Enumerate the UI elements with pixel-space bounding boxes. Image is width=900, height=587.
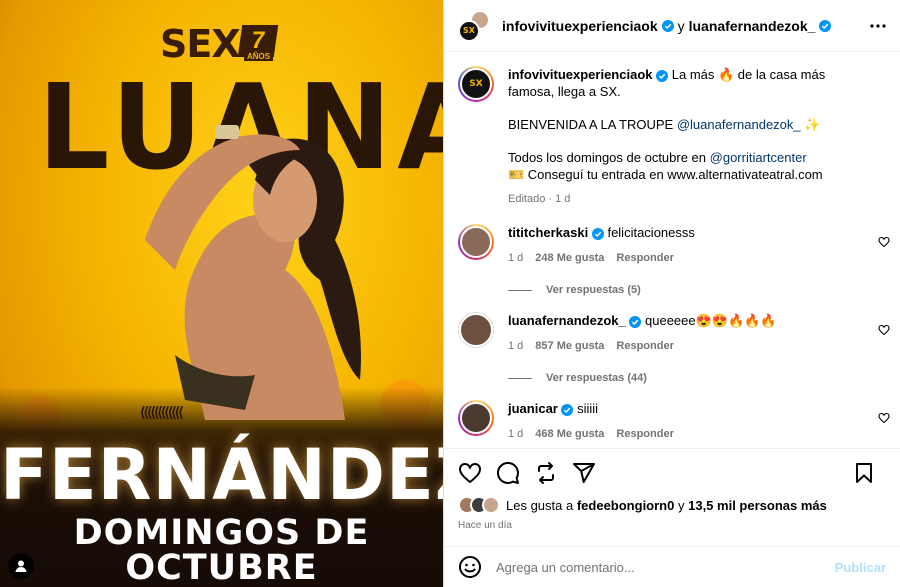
reply-button[interactable]: Responder (616, 252, 673, 264)
comment-likes[interactable]: 857 Me gusta (535, 340, 604, 352)
view-replies-button[interactable]: Ver respuestas (44) (444, 372, 900, 384)
publish-button[interactable]: Publicar (835, 560, 886, 575)
comment-item: tititcherkaski felicitacionesss 1 d 248 … (444, 224, 900, 264)
more-options-button[interactable] (866, 14, 890, 38)
emoji-smiley-icon[interactable] (458, 555, 482, 579)
post-caption: SX infovivituexperienciaok La más 🔥 de l… (444, 52, 900, 208)
comment-item: juanicar siiiii 1 d 468 Me gusta Respond… (444, 400, 900, 440)
liker-avatar[interactable] (482, 496, 500, 514)
comments-scroll-area[interactable]: SX infovivituexperienciaok La más 🔥 de l… (444, 52, 900, 448)
like-comment-heart-icon[interactable] (878, 236, 890, 248)
author-avatars[interactable]: SX (458, 9, 490, 42)
more-dots-icon (870, 24, 886, 28)
post-image[interactable]: SEX 7 AÑOS LUANA ⟨⟨⟨⟨⟨⟨⟨⟨⟨⟨⟨⟨ FERNÁNDEZ … (0, 0, 443, 587)
liker-username[interactable]: fedeebongiorn0 (577, 498, 675, 513)
comment-time[interactable]: 1 d (508, 428, 523, 440)
verified-badge-icon (819, 19, 832, 32)
mention-link[interactable]: @gorritiartcenter (710, 150, 807, 165)
comment-item: luanafernandezok_ queeeee😍😍🔥🔥🔥 1 d 857 M… (444, 312, 900, 352)
poster-last-name: FERNÁNDEZ (0, 434, 443, 516)
user-tags-button[interactable] (8, 553, 34, 579)
avatar: SX (460, 68, 492, 100)
like-comment-heart-icon[interactable] (878, 412, 890, 424)
likes-joiner: y (677, 497, 685, 513)
comment-text: felicitacionesss (607, 225, 695, 240)
post-details-panel: SX infovivituexperienciaok y luanafernan… (443, 0, 900, 587)
chevron-strip-decoration: ⟨⟨⟨⟨⟨⟨⟨⟨⟨⟨⟨⟨ (140, 404, 184, 420)
save-bookmark-icon[interactable] (852, 461, 876, 485)
view-replies-label: Ver respuestas (44) (546, 372, 647, 384)
view-replies-label: Ver respuestas (5) (546, 284, 641, 296)
comment-username[interactable]: luanafernandezok_ (508, 313, 626, 328)
comment-bubble-icon[interactable] (496, 461, 520, 485)
verified-badge-icon (561, 403, 574, 416)
comment-text: queeeee😍😍🔥🔥🔥 (645, 313, 777, 328)
reply-button[interactable]: Responder (616, 340, 673, 352)
comment-likes[interactable]: 468 Me gusta (535, 428, 604, 440)
caption-username[interactable]: infovivituexperienciaok (508, 67, 653, 82)
avatar-story-ring[interactable]: SX (458, 66, 494, 102)
post-actions-bar (444, 448, 900, 496)
replies-divider (508, 289, 532, 291)
mention-link[interactable]: @luanafernandezok_ (677, 117, 801, 132)
comment-input[interactable] (496, 559, 835, 575)
repost-icon[interactable] (534, 461, 558, 485)
caption-emoji: ✨ (804, 117, 821, 132)
comment-time[interactable]: 1 d (508, 252, 523, 264)
caption-text: BIENVENIDA A LA TROUPE (508, 117, 674, 132)
like-comment-heart-icon[interactable] (878, 324, 890, 336)
person-icon (15, 560, 27, 572)
caption-meta: Editado · 1 d (508, 193, 571, 205)
coauthor-username[interactable]: luanafernandezok_ (689, 18, 816, 34)
likes-summary: Les gusta a fedeebongiorn0 y 13,5 mil pe… (458, 496, 886, 514)
post-header: SX infovivituexperienciaok y luanafernan… (444, 0, 900, 52)
caption-text: 🎫 Conseguí tu entrada en www.alternativa… (508, 167, 823, 182)
avatar[interactable] (458, 312, 494, 348)
add-comment-bar: Publicar (444, 546, 900, 587)
poster-event-line: DOMINGOS DE OCTUBRE (73, 513, 370, 587)
avatar-image (459, 313, 493, 347)
share-paper-plane-icon[interactable] (572, 461, 596, 485)
author-joiner: y (677, 17, 685, 34)
avatar-story-ring[interactable] (458, 400, 494, 436)
avatar-story-ring[interactable] (458, 224, 494, 260)
reply-button[interactable]: Responder (616, 428, 673, 440)
caption-text: Todos los domingos de octubre en (508, 150, 707, 165)
verified-badge-icon (591, 227, 604, 240)
verified-badge-icon (661, 19, 674, 32)
likes-prefix: Les gusta a (506, 497, 574, 513)
model-photo (145, 125, 361, 420)
caption-body: infovivituexperienciaok La más 🔥 de la c… (508, 66, 868, 208)
comment-likes[interactable]: 248 Me gusta (535, 252, 604, 264)
comment-text: siiiii (577, 401, 599, 416)
post-authors: infovivituexperienciaok y luanafernandez… (502, 17, 832, 34)
like-heart-icon[interactable] (458, 461, 482, 485)
avatar: SX (458, 19, 480, 42)
post-timestamp[interactable]: Hace un día (458, 520, 512, 531)
likes-text: Les gusta a fedeebongiorn0 y 13,5 mil pe… (506, 498, 827, 513)
replies-divider (508, 377, 532, 379)
avatar (460, 402, 492, 434)
comment-username[interactable]: juanicar (508, 401, 558, 416)
verified-badge-icon (656, 69, 669, 82)
avatar (460, 226, 492, 258)
comment-time[interactable]: 1 d (508, 340, 523, 352)
verified-badge-icon (629, 315, 642, 328)
comment-username[interactable]: tititcherkaski (508, 225, 588, 240)
author-username[interactable]: infovivituexperienciaok (502, 18, 658, 34)
view-replies-button[interactable]: Ver respuestas (5) (444, 284, 900, 296)
likes-count[interactable]: 13,5 mil personas más (688, 498, 827, 513)
